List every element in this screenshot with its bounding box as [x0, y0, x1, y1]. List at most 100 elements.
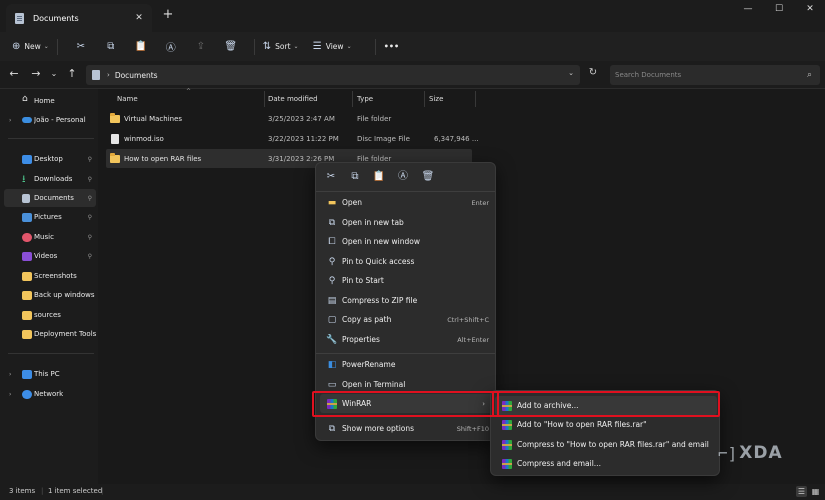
column-divider[interactable] [264, 91, 265, 107]
submenu-item-compress-and-email-rar[interactable]: Compress to "How to open RAR files.rar" … [495, 435, 717, 454]
search-box[interactable]: Search Documents ⌕ [610, 65, 820, 85]
column-header-size[interactable]: Size [429, 89, 443, 109]
menu-item-compress-zip[interactable]: ▤ Compress to ZIP file [320, 291, 493, 310]
table-row[interactable]: Virtual Machines 3/25/2023 2:47 AM File … [106, 109, 472, 128]
column-header-date[interactable]: Date modified [268, 89, 318, 109]
sidebar-item-back-up-windows[interactable]: Back up windows 1 [4, 286, 96, 304]
column-divider[interactable] [352, 91, 353, 107]
winrar-icon [502, 419, 512, 430]
sidebar-item-sources[interactable]: sources [4, 306, 96, 324]
sidebar-item-label: Screenshots [34, 272, 77, 280]
folder-icon [22, 271, 32, 281]
rename-icon[interactable]: Ⓐ [156, 36, 186, 58]
menu-item-open-new-window[interactable]: ⧠ Open in new window [320, 232, 493, 251]
expand-chevron-icon[interactable]: › [9, 391, 11, 398]
videos-icon [22, 251, 32, 261]
more-options-button[interactable]: ••• [384, 36, 399, 58]
status-divider: | [101, 487, 104, 495]
delete-icon[interactable]: 🗑 [216, 36, 246, 58]
sidebar-item-this-pc[interactable]: › This PC [4, 365, 96, 383]
file-name: Virtual Machines [124, 114, 183, 123]
delete-icon[interactable]: 🗑 [420, 169, 436, 185]
cut-icon[interactable]: ✂ [66, 36, 96, 58]
paste-icon[interactable]: 📋 [126, 36, 156, 58]
menu-item-label: Show more options [342, 424, 415, 433]
forward-arrow-icon[interactable]: → [29, 67, 43, 81]
menu-item-label: Open [342, 198, 363, 207]
chevron-down-icon: ⌄ [293, 43, 299, 50]
expand-chevron-icon[interactable]: › [9, 371, 11, 378]
sidebar-item-desktop[interactable]: Desktop ⚲ [4, 150, 96, 168]
menu-item-open-new-tab[interactable]: ⧉ Open in new tab [320, 213, 493, 232]
sidebar-item-pictures[interactable]: Pictures ⚲ [4, 208, 96, 226]
menu-item-shortcut: Alt+Enter [457, 335, 489, 344]
folder-icon [22, 290, 32, 300]
folder-icon [22, 329, 32, 339]
menu-item-shortcut: Enter [471, 198, 489, 207]
menu-item-powerrename[interactable]: ◧ PowerRename [320, 355, 493, 374]
close-tab-icon[interactable]: ✕ [132, 13, 146, 23]
breadcrumb-documents[interactable]: Documents [115, 71, 158, 80]
chevron-down-icon[interactable]: ⌄ [568, 69, 574, 77]
details-view-icon[interactable]: ☰ [796, 486, 807, 497]
up-arrow-icon[interactable]: ↑ [65, 67, 79, 81]
tiles-view-icon[interactable]: ▦ [810, 486, 821, 497]
column-divider[interactable] [424, 91, 425, 107]
column-header-name[interactable]: Name [117, 89, 138, 109]
menu-item-pin-start[interactable]: ⚲ Pin to Start [320, 271, 493, 290]
sidebar-divider [8, 138, 94, 139]
rename-icon[interactable]: Ⓐ [395, 169, 411, 185]
recent-chevron-icon[interactable]: ⌄ [47, 67, 61, 81]
folder-open-icon: ▬ [327, 197, 337, 208]
column-header-type[interactable]: Type [357, 89, 373, 109]
menu-item-pin-quick-access[interactable]: ⚲ Pin to Quick access [320, 252, 493, 271]
column-divider[interactable] [475, 91, 476, 107]
sidebar-item-network[interactable]: › Network [4, 385, 96, 403]
share-icon[interactable]: ⇪ [186, 36, 216, 58]
menu-item-label: Pin to Quick access [342, 257, 415, 266]
submenu-item-compress-and-email[interactable]: Compress and email... [495, 454, 717, 473]
sidebar-item-label: João - Personal [34, 116, 86, 124]
maximize-button[interactable]: ☐ [764, 4, 794, 18]
item-count: 3 items [9, 487, 36, 495]
submenu-item-add-to-rar[interactable]: Add to "How to open RAR files.rar" [495, 415, 717, 434]
pin-icon: ⚲ [328, 256, 336, 267]
address-bar[interactable]: › Documents ⌄ [86, 65, 580, 85]
minimize-button[interactable]: — [733, 4, 763, 18]
new-tab-button[interactable]: + [161, 8, 175, 22]
close-window-button[interactable]: ✕ [795, 4, 825, 18]
sidebar-item-deployment-tools[interactable]: Deployment Tools [4, 325, 96, 343]
expand-chevron-icon[interactable]: › [9, 117, 11, 124]
sidebar-item-home[interactable]: ⌂ Home [4, 92, 96, 110]
paste-icon[interactable]: 📋 [371, 169, 387, 185]
sidebar-item-label: sources [34, 311, 61, 319]
menu-item-properties[interactable]: 🔧 Properties Alt+Enter [320, 330, 493, 349]
sidebar-item-screenshots[interactable]: Screenshots [4, 267, 96, 285]
sidebar-item-downloads[interactable]: ⭳ Downloads ⚲ [4, 170, 96, 188]
cut-icon[interactable]: ✂ [323, 169, 339, 185]
add-to-archive-highlight-box [492, 391, 720, 417]
refresh-icon[interactable]: ↻ [585, 67, 601, 83]
back-arrow-icon[interactable]: ← [7, 67, 21, 81]
new-button[interactable]: ⊕ New ⌄ [12, 36, 49, 58]
view-button[interactable]: ☰ View ⌄ [313, 36, 367, 58]
sidebar-item-onedrive[interactable]: › João - Personal [4, 111, 96, 129]
sidebar-item-videos[interactable]: Videos ⚲ [4, 247, 96, 265]
copy-icon[interactable]: ⧉ [347, 169, 363, 185]
sort-button[interactable]: ⇅ Sort ⌄ [263, 36, 313, 58]
sidebar-item-label: Deployment Tools [34, 330, 96, 338]
search-input[interactable]: Search Documents [615, 71, 807, 79]
pin-icon: ⚲ [328, 275, 336, 286]
view-label: View [325, 42, 344, 51]
status-bar: 3 items | 1 item selected | ☰ ▦ [0, 484, 825, 500]
table-row[interactable]: winmod.iso 3/22/2023 11:22 PM Disc Image… [106, 129, 479, 148]
sidebar-item-documents[interactable]: Documents ⚲ [4, 189, 96, 207]
menu-item-show-more-options[interactable]: ⧉ Show more options Shift+F10 [320, 419, 493, 438]
pictures-icon [22, 212, 32, 222]
menu-item-shortcut: Ctrl+Shift+C [447, 315, 489, 324]
menu-item-copy-as-path[interactable]: ▢ Copy as path Ctrl+Shift+C [320, 310, 493, 329]
sidebar-item-music[interactable]: Music ⚲ [4, 228, 96, 246]
tab-documents[interactable]: Documents ✕ [6, 4, 152, 32]
menu-item-open[interactable]: ▬ Open Enter [320, 193, 493, 212]
copy-icon[interactable]: ⧉ [96, 36, 126, 58]
